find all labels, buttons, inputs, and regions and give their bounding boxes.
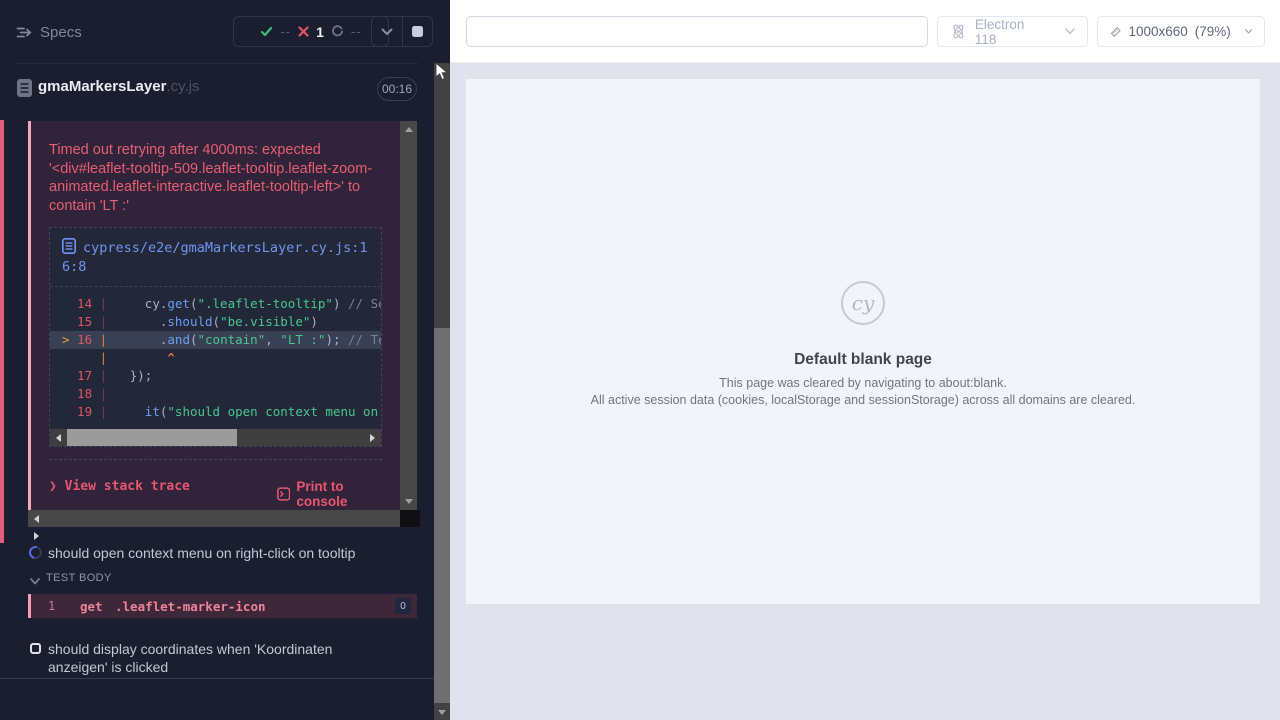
- collapse-all-button[interactable]: [372, 17, 402, 46]
- command-message: .leaflet-marker-icon: [115, 599, 266, 614]
- passed-count: --: [280, 24, 291, 39]
- error-vertical-scrollbar[interactable]: [400, 121, 417, 510]
- scroll-down-icon[interactable]: [400, 493, 417, 510]
- spec-ext: .cy.js: [166, 78, 199, 95]
- spec-file-icon: [16, 78, 33, 98]
- pending-icon: [331, 25, 344, 38]
- test-title: should display coordinates when 'Koordin…: [48, 640, 378, 676]
- chevron-down-icon: [1065, 28, 1075, 35]
- code-horizontal-scrollbar[interactable]: [50, 429, 381, 446]
- stop-icon: [412, 26, 423, 37]
- cypress-runner: Specs -- 1 -- gmaMarkersLayer.cy.js 00:1…: [0, 0, 1280, 720]
- scrollbar-corner: [400, 510, 420, 527]
- test-stats: -- 1 --: [233, 16, 389, 47]
- scroll-right-icon[interactable]: [28, 527, 45, 544]
- reporter-header: Specs -- 1 --: [0, 0, 434, 63]
- view-stack-trace-link[interactable]: ❯ View stack trace: [49, 479, 190, 494]
- cypress-logo: cy: [841, 281, 885, 325]
- electron-icon: [950, 23, 967, 40]
- test-item-running[interactable]: should open context menu on right-click …: [28, 545, 408, 563]
- error-message: Timed out retrying after 4000ms: expecte…: [49, 141, 387, 215]
- mouse-cursor: [435, 62, 448, 81]
- failed-count: 1: [316, 24, 324, 40]
- browser-toolbar: Electron 118 1000x660 (79%): [450, 0, 1280, 63]
- viewport-zoom: (79%): [1195, 24, 1231, 39]
- aut-iframe: cy Default blank page This page was clea…: [466, 79, 1260, 604]
- pending-count: --: [351, 24, 362, 39]
- browser-label: Electron 118: [975, 17, 1049, 47]
- command-number: 1: [48, 599, 55, 613]
- run-controls: [371, 16, 433, 47]
- blank-page-line1: This page was cleared by navigating to a…: [719, 376, 1007, 390]
- command-method: get: [80, 599, 103, 614]
- blank-page-content: cy Default blank page This page was clea…: [466, 281, 1260, 407]
- scroll-thumb[interactable]: [434, 328, 450, 703]
- browser-select[interactable]: Electron 118: [937, 16, 1088, 47]
- blank-page-line2: All active session data (cookies, localS…: [591, 393, 1136, 407]
- pending-test-icon: [30, 643, 41, 654]
- test-item-pending[interactable]: should display coordinates when 'Koordin…: [28, 640, 388, 677]
- spec-header[interactable]: gmaMarkersLayer.cy.js 00:16: [0, 64, 434, 111]
- scroll-right-icon[interactable]: [364, 429, 381, 446]
- running-spinner-icon: [27, 544, 45, 562]
- scroll-left-icon[interactable]: [50, 429, 67, 446]
- scroll-up-icon[interactable]: [400, 121, 417, 138]
- terminal-icon: [277, 486, 290, 502]
- passed-icon: [260, 25, 273, 38]
- error-panel: Timed out retrying after 4000ms: expecte…: [28, 121, 417, 527]
- scroll-down-icon[interactable]: [434, 704, 450, 720]
- error-separator: [49, 459, 382, 460]
- stop-button[interactable]: [402, 17, 433, 46]
- aut-stage: Electron 118 1000x660 (79%) cy Default b…: [450, 0, 1280, 720]
- failed-icon: [298, 26, 309, 37]
- blank-page-title: Default blank page: [794, 351, 932, 369]
- test-body-label: TEST BODY: [46, 572, 112, 584]
- chevron-down-icon: [1245, 28, 1252, 35]
- spec-name: gmaMarkersLayer.cy.js: [38, 78, 199, 95]
- code-frame: cypress/e2e/gmaMarkersLayer.cy.js:16:8 1…: [49, 227, 382, 447]
- file-icon: [62, 238, 76, 254]
- code-lines: 14 | cy.get(".leaflet-tooltip") // Selek…: [50, 287, 381, 427]
- specs-title: Specs: [40, 24, 82, 41]
- chevron-down-icon: [381, 28, 393, 36]
- test-title: should open context menu on right-click …: [48, 545, 355, 561]
- print-to-console-link[interactable]: Print to console: [277, 479, 382, 509]
- reporter-scrollbar[interactable]: [434, 63, 450, 720]
- viewport-size-icon: [1110, 24, 1121, 40]
- spec-timer: 00:16: [377, 77, 417, 101]
- viewport-size: 1000x660: [1128, 24, 1187, 39]
- error-horizontal-scrollbar[interactable]: [28, 510, 400, 527]
- failed-test-indicator-bar: [0, 120, 4, 543]
- code-frame-file[interactable]: cypress/e2e/gmaMarkersLayer.cy.js:16:8: [50, 228, 381, 287]
- scroll-left-icon[interactable]: [28, 510, 45, 527]
- element-count-badge: 0: [395, 598, 411, 614]
- scroll-thumb[interactable]: [67, 429, 237, 446]
- command-log-row[interactable]: 1 get .leaflet-marker-icon 0: [28, 594, 417, 618]
- list-divider: [0, 678, 434, 679]
- error-links: ❯ View stack trace Print to console: [49, 474, 382, 504]
- viewport-select[interactable]: 1000x660 (79%): [1097, 16, 1265, 47]
- specs-menu-icon[interactable]: [15, 23, 34, 42]
- url-input[interactable]: [466, 16, 928, 47]
- chevron-down-icon: [30, 578, 40, 585]
- test-body-section[interactable]: TEST BODY: [30, 572, 40, 590]
